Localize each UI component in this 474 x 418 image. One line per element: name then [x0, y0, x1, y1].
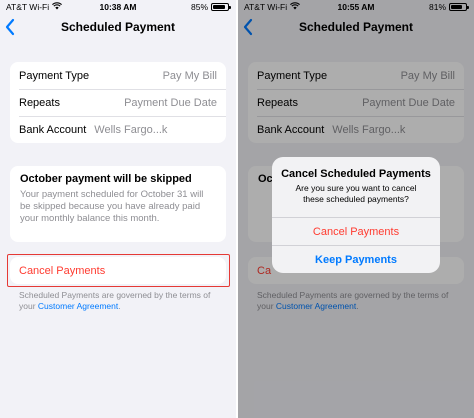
right-screen: AT&T Wi-Fi 10:55 AM 81% Scheduled Paymen… — [238, 0, 474, 418]
customer-agreement-link[interactable]: Customer Agreement — [38, 301, 118, 311]
cancel-payments-button[interactable]: Cancel Payments — [10, 257, 226, 284]
row-value: Pay My Bill — [162, 69, 217, 82]
row-value: Payment Due Date — [124, 96, 217, 109]
row-label: Payment Type — [19, 69, 90, 82]
cancel-payments-label: Cancel Payments — [19, 264, 106, 277]
page-title: Scheduled Payment — [60, 20, 176, 34]
row-value: Wells Fargo...k — [94, 123, 168, 136]
notice-title: October payment will be skipped — [20, 173, 192, 185]
status-bar: AT&T Wi-Fi 10:55 AM 81% — [238, 0, 474, 14]
cancel-confirmation-alert: Cancel Scheduled Payments Are you sure y… — [272, 157, 440, 273]
row-label: Bank Account — [19, 123, 87, 136]
alert-cancel-payments-button[interactable]: Cancel Payments — [272, 217, 440, 245]
footer-note: Scheduled Payments are governed by the t… — [19, 290, 224, 312]
status-bar: AT&T Wi-Fi 10:38 AM 85% — [0, 0, 236, 14]
footer-end: . — [118, 301, 121, 311]
bank-account-row[interactable]: Bank Account Wells Fargo...k — [10, 116, 226, 143]
payment-details-group: Payment Type Pay My Bill Repeats Payment… — [10, 62, 226, 143]
repeats-row[interactable]: Repeats Payment Due Date — [10, 89, 226, 116]
battery-percent: 81% — [428, 2, 446, 12]
battery-percent: 85% — [190, 2, 208, 12]
left-screen: AT&T Wi-Fi 10:38 AM 85% Scheduled Paymen… — [0, 0, 236, 418]
skip-notice-card: October payment will be skipped Your pay… — [10, 166, 226, 242]
payment-type-row[interactable]: Payment Type Pay My Bill — [10, 62, 226, 89]
row-label: Repeats — [19, 96, 60, 109]
alert-message: Are you sure you want to cancel these sc… — [295, 183, 417, 204]
battery-icon — [449, 3, 469, 11]
notice-body: Your payment scheduled for October 31 wi… — [20, 189, 204, 224]
battery-icon — [211, 3, 231, 11]
alert-keep-payments-button[interactable]: Keep Payments — [272, 245, 440, 273]
alert-title: Cancel Scheduled Payments — [281, 168, 431, 180]
navigation-bar: Scheduled Payment — [0, 14, 236, 40]
